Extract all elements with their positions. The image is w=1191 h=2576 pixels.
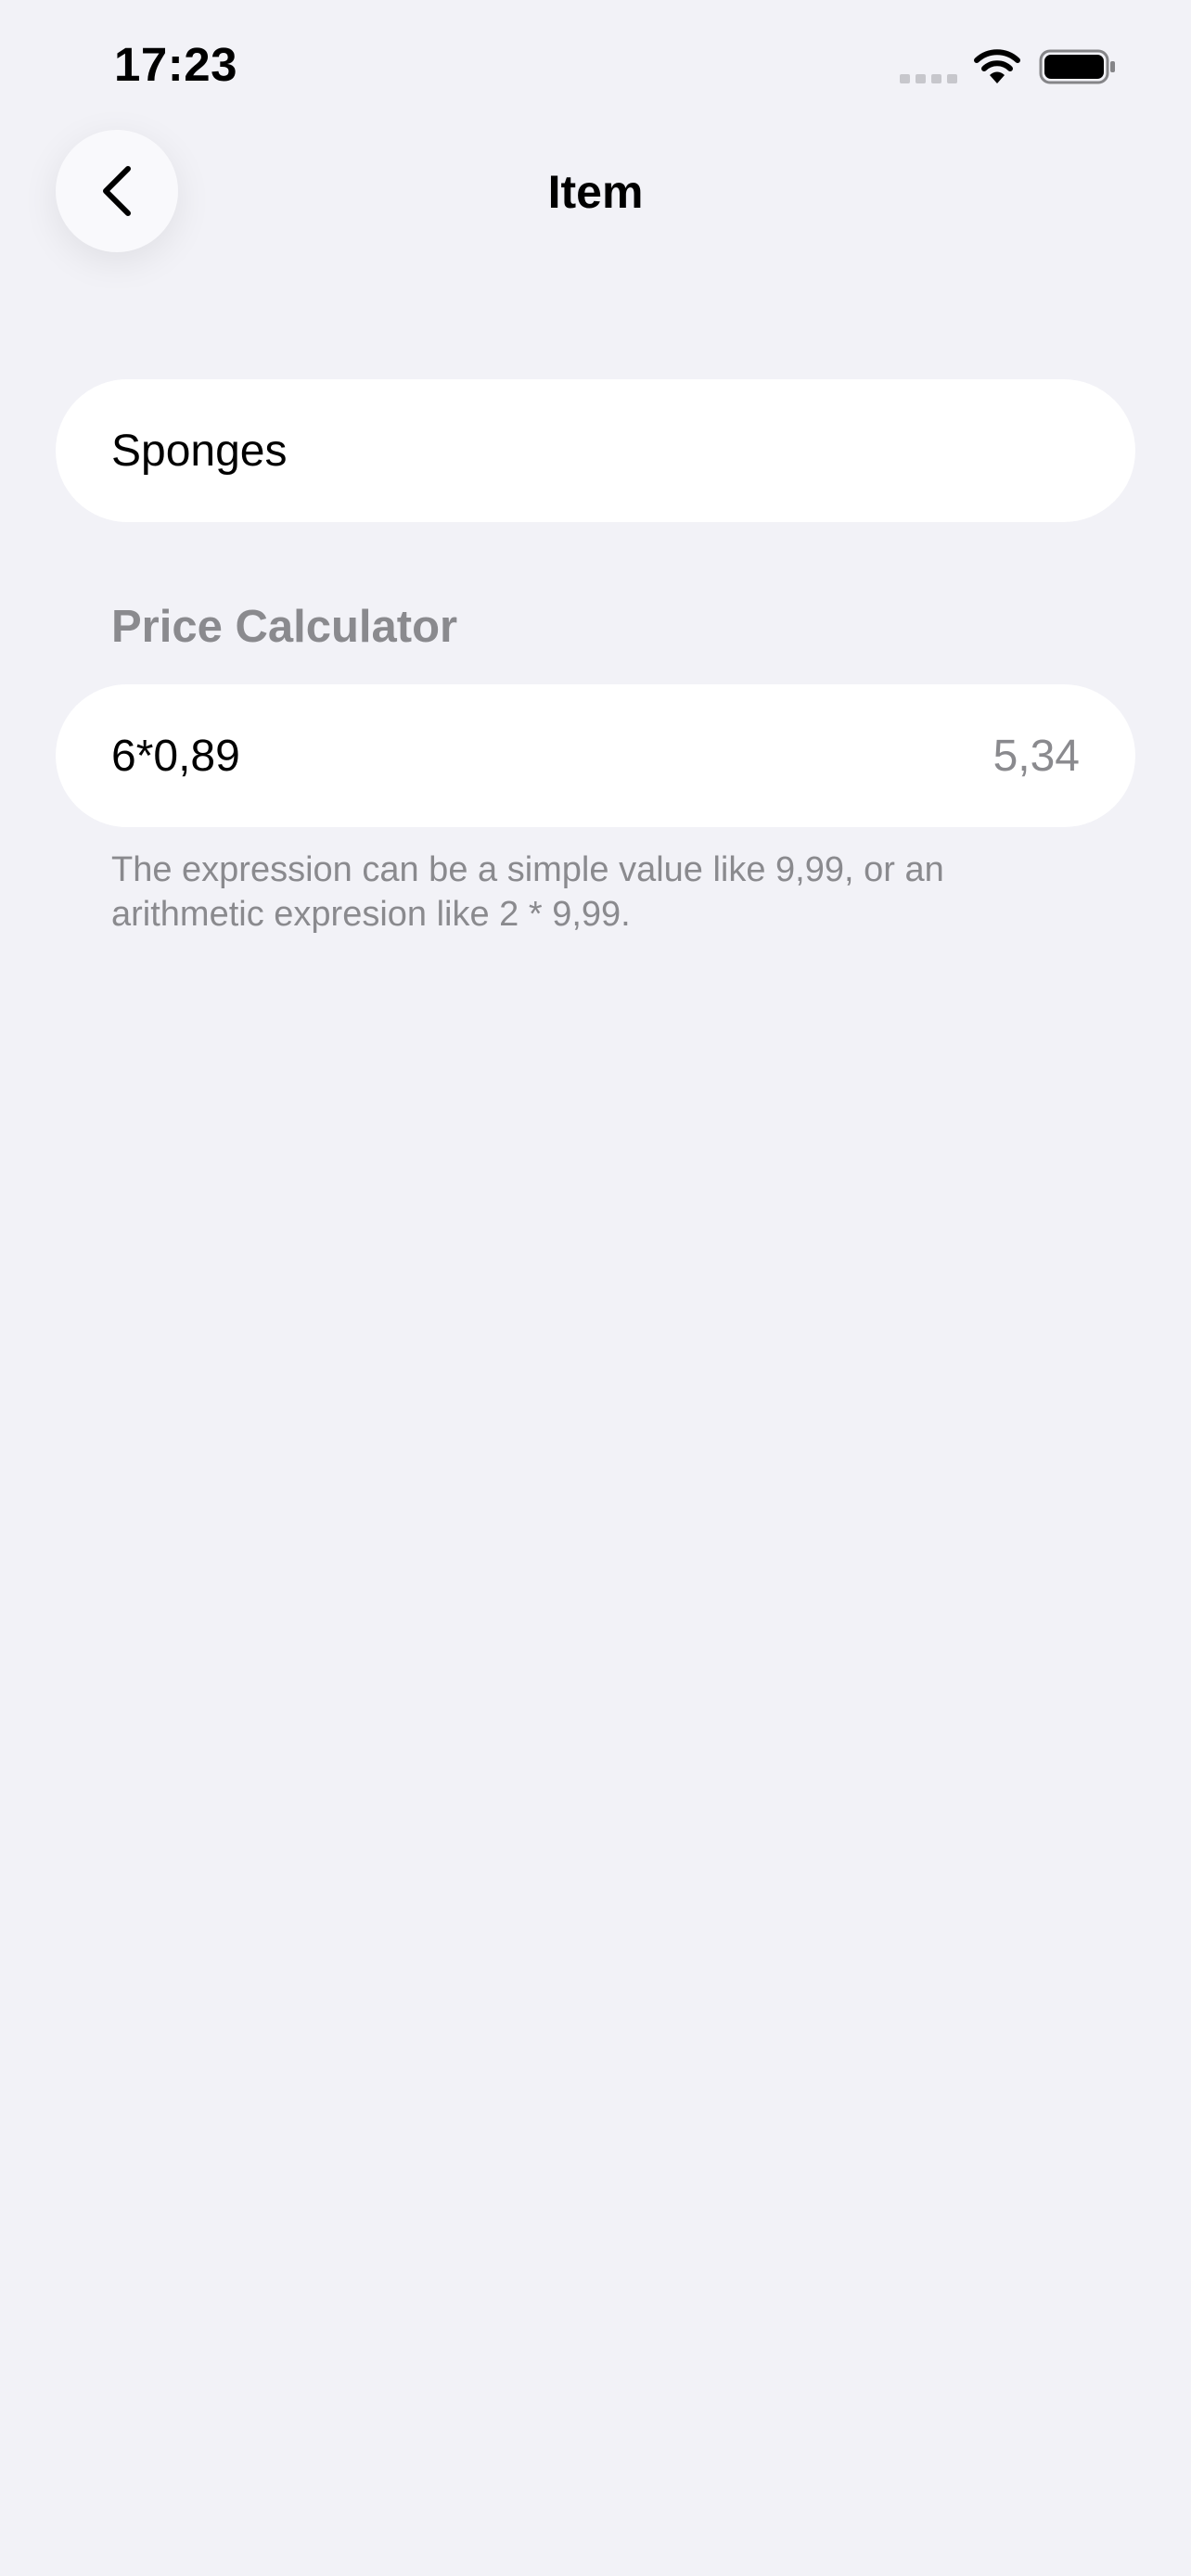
item-name-field[interactable]: Sponges xyxy=(56,379,1135,522)
price-result-value: 5,34 xyxy=(992,731,1080,781)
navigation-bar: Item xyxy=(0,130,1191,260)
wifi-icon xyxy=(974,49,1020,83)
price-expression-field[interactable]: 6*0,89 5,34 xyxy=(56,684,1135,827)
cellular-signal-icon xyxy=(900,74,957,83)
page-title: Item xyxy=(547,166,644,218)
status-bar: 17:23 xyxy=(0,0,1191,130)
item-name-value: Sponges xyxy=(111,426,288,476)
price-expression-value: 6*0,89 xyxy=(111,731,240,781)
status-time: 17:23 xyxy=(114,38,237,91)
price-calculator-note: The expression can be a simple value lik… xyxy=(111,850,944,934)
price-calculator-header: Price Calculator xyxy=(111,602,458,652)
battery-icon xyxy=(1039,49,1115,84)
